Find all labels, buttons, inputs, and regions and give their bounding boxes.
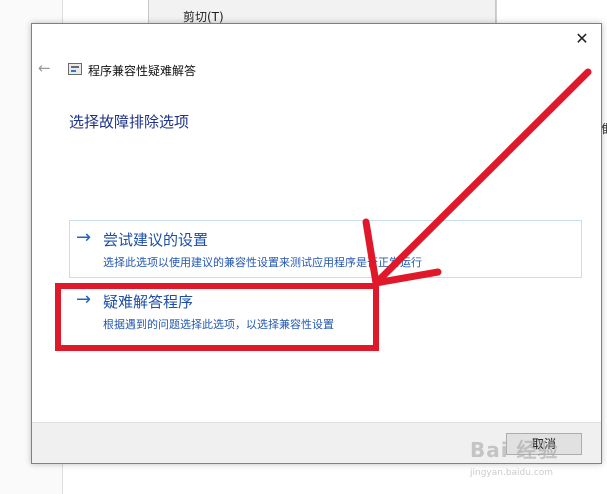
right-arrow-icon: → (76, 289, 92, 310)
troubleshooter-app-icon (68, 63, 82, 75)
dialog-title: 程序兼容性疑难解答 (88, 64, 197, 78)
context-menu: 剪切(T) (148, 0, 496, 24)
option-try-recommended-settings[interactable]: → 尝试建议的设置 选择此选项以使用建议的兼容性设置来测试应用程序是否正常运行 (69, 220, 582, 278)
option-description: 选择此选项以使用建议的兼容性设置来测试应用程序是否正常运行 (103, 256, 422, 269)
option-description: 根据遇到的问题选择此选项，以选择兼容性设置 (103, 318, 334, 331)
baidu-watermark: Bai 经验 jingyan.baidu.com (470, 420, 600, 490)
watermark-url: jingyan.baidu.com (470, 468, 554, 478)
compatibility-troubleshooter-dialog: ✕ ← 程序兼容性疑难解答 选择故障排除选项 → 尝试建议的设置 选择此选项以使… (31, 23, 602, 464)
option-title: 疑难解答程序 (103, 293, 194, 311)
page-heading: 选择故障排除选项 (69, 113, 190, 131)
right-arrow-icon: → (76, 227, 92, 248)
back-arrow-icon[interactable]: ← (38, 60, 54, 76)
close-icon[interactable]: ✕ (571, 28, 593, 50)
watermark-logo-text: Bai 经验 (470, 438, 559, 462)
option-troubleshoot-program[interactable]: → 疑难解答程序 根据遇到的问题选择此选项，以选择兼容性设置 (69, 282, 582, 340)
option-title: 尝试建议的设置 (103, 231, 209, 249)
